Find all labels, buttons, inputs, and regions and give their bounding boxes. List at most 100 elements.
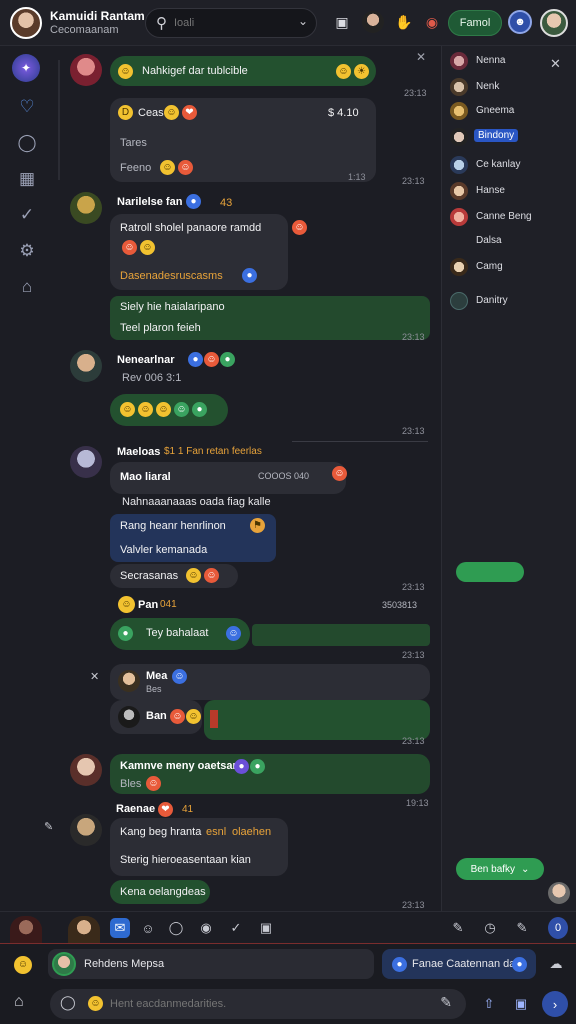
emoji-icon: ☺: [156, 402, 171, 417]
message-avatar[interactable]: [70, 446, 102, 478]
member-item[interactable]: Nenk: [450, 78, 575, 98]
message-meta: Rev 006 3:1: [122, 372, 182, 384]
clock-icon[interactable]: ◷: [480, 918, 500, 938]
message-avatar[interactable]: [70, 192, 102, 224]
message-bubble[interactable]: Kang beg hranta esnl olaehen Sterig hier…: [110, 818, 288, 876]
chat-bubble-icon[interactable]: ◯: [14, 130, 40, 156]
message-bubble[interactable]: Ratroll sholel panaore ramdd ☺ ☺ Dasenad…: [110, 214, 288, 290]
cloud-icon[interactable]: ☁: [546, 954, 566, 974]
info-icon[interactable]: 0: [548, 917, 568, 939]
message-icon[interactable]: ✉: [110, 918, 130, 938]
image-icon[interactable]: ▣: [332, 12, 352, 32]
member-item[interactable]: Dalsa: [450, 232, 575, 252]
home-icon[interactable]: ⌂: [14, 993, 24, 1011]
user-avatar[interactable]: [540, 9, 568, 37]
message-bubble[interactable]: ● Tey bahalaat ☺: [110, 618, 250, 650]
message-bubble[interactable]: Rang heanr henrlinon Valvler kemanada ⚑: [110, 514, 276, 562]
upload-icon[interactable]: ⇧: [478, 993, 500, 1015]
emoji-icon: ☺: [122, 240, 137, 255]
message-meta: 43: [220, 197, 233, 209]
thumbs-icon[interactable]: ✋: [394, 12, 414, 32]
marker: [210, 710, 218, 728]
close-icon[interactable]: ✕: [416, 50, 426, 64]
message-bubble[interactable]: ☺ Nahkigef dar tublcible ☺ ☀: [110, 56, 376, 86]
profile-avatar[interactable]: [10, 7, 42, 39]
box-icon[interactable]: ▣: [256, 918, 276, 938]
member-avatar: [450, 182, 468, 200]
reply-preview[interactable]: Rehdens Mepsa: [48, 949, 374, 979]
reaction-bubble[interactable]: ☺ ☺ ☺ ☺ ●: [110, 394, 228, 426]
message-avatar[interactable]: [118, 670, 140, 692]
message-bubble[interactable]: Kamnve meny oaetsarn ● ● Bles ☺: [110, 754, 430, 794]
shield-icon[interactable]: ◯: [166, 918, 186, 938]
member-item[interactable]: Canne Beng: [450, 208, 575, 228]
at-icon[interactable]: ◉: [196, 918, 216, 938]
emoji-icon: ☺: [336, 64, 351, 79]
message-text: Rang heanr henrlinon: [120, 520, 226, 532]
emoji-icon[interactable]: ☺: [138, 918, 158, 938]
pen-icon[interactable]: ✎: [44, 820, 53, 833]
member-item[interactable]: Danitry: [450, 292, 575, 312]
search-input[interactable]: [174, 14, 294, 32]
composer-box[interactable]: ◯ ☺ ✎: [50, 989, 466, 1019]
message-text: Secrasanas: [120, 570, 179, 582]
reply-arrow-icon[interactable]: ✕: [90, 670, 99, 683]
message-bubble[interactable]: Kena oelangdeas: [110, 880, 210, 904]
attach-icon[interactable]: ◯: [60, 994, 76, 1011]
search-bar[interactable]: ⚲ ⌄: [145, 8, 317, 38]
member-item[interactable]: Bindony: [450, 128, 575, 148]
self-avatar[interactable]: [548, 882, 570, 904]
chat-subtitle: Cecomaanam: [50, 24, 119, 36]
toolbar-avatar[interactable]: [68, 916, 100, 944]
pin-icon[interactable]: ✓: [14, 202, 40, 228]
message-card[interactable]: Mao liaral COOOS 040: [110, 462, 346, 494]
toolbar-avatar[interactable]: [10, 916, 42, 944]
action-button[interactable]: Ben bafky ⌄: [456, 858, 544, 880]
emoji-icon: ●: [118, 626, 133, 641]
bar-text: Teel plaron feieh: [120, 322, 201, 334]
message-card[interactable]: Mea Bes ☺: [110, 664, 430, 700]
message-input[interactable]: [110, 996, 410, 1012]
message-list[interactable]: ☺ Nahkigef dar tublcible ☺ ☀ 23:13 ✕ D C…: [44, 46, 440, 911]
card-label: Ceas: [138, 107, 164, 119]
send-button[interactable]: ›: [542, 991, 568, 1017]
bot-icon[interactable]: ☻: [508, 10, 532, 34]
reply-chip[interactable]: ● Fanae Caatennan das. ●: [382, 949, 536, 979]
timestamp: 23:13: [402, 736, 425, 746]
gif-icon[interactable]: ▣: [510, 993, 532, 1015]
member-item[interactable]: Nenna: [450, 52, 575, 72]
emoji-icon: ☺: [178, 160, 193, 175]
bookmark-icon[interactable]: ▦: [14, 166, 40, 192]
message-avatar[interactable]: [118, 706, 140, 728]
message-card[interactable]: D Ceas ☺ ❤ $ 4.10 Tares Feeno ☺ ☺: [110, 98, 376, 182]
chevron-down-icon[interactable]: ⌄: [298, 14, 308, 28]
member-item[interactable]: Hanse: [450, 182, 575, 202]
status-pill[interactable]: [456, 562, 524, 582]
tag-icon[interactable]: ✎: [512, 918, 532, 938]
emoji-icon[interactable]: ☺: [88, 996, 103, 1011]
check-icon[interactable]: ✓: [226, 918, 246, 938]
member-item[interactable]: Camg: [450, 258, 575, 278]
member-item[interactable]: Ce kanlay: [450, 156, 575, 176]
contact-avatar[interactable]: [362, 11, 384, 33]
emoji-icon: ☺: [138, 402, 153, 417]
emoji-icon: ❤: [158, 802, 173, 817]
friend-button[interactable]: Famol: [448, 10, 502, 36]
message-card[interactable]: Ban ☺ ☺: [110, 700, 202, 734]
sender-name: Narilelse fan: [117, 196, 183, 208]
server-icon[interactable]: ✦: [12, 54, 40, 82]
sticker-icon[interactable]: ◉: [422, 12, 442, 32]
heart-icon[interactable]: ♡: [14, 94, 40, 120]
home-icon[interactable]: ⌂: [14, 274, 40, 300]
message-bar[interactable]: Siely hie haialaripano Teel plaron feieh: [110, 296, 430, 340]
message-avatar[interactable]: [70, 814, 102, 846]
member-item[interactable]: Gneema: [450, 102, 575, 122]
message-avatar[interactable]: [70, 350, 102, 382]
settings-icon[interactable]: ⚙: [14, 238, 40, 264]
emoji-icon[interactable]: ☺: [14, 956, 32, 974]
message-avatar[interactable]: [70, 54, 102, 86]
message-avatar[interactable]: [70, 754, 102, 786]
pen-icon[interactable]: ✎: [440, 994, 452, 1011]
reaction-bubble[interactable]: Secrasanas ☺ ☺: [110, 564, 238, 588]
edit-icon[interactable]: ✎: [448, 918, 468, 938]
